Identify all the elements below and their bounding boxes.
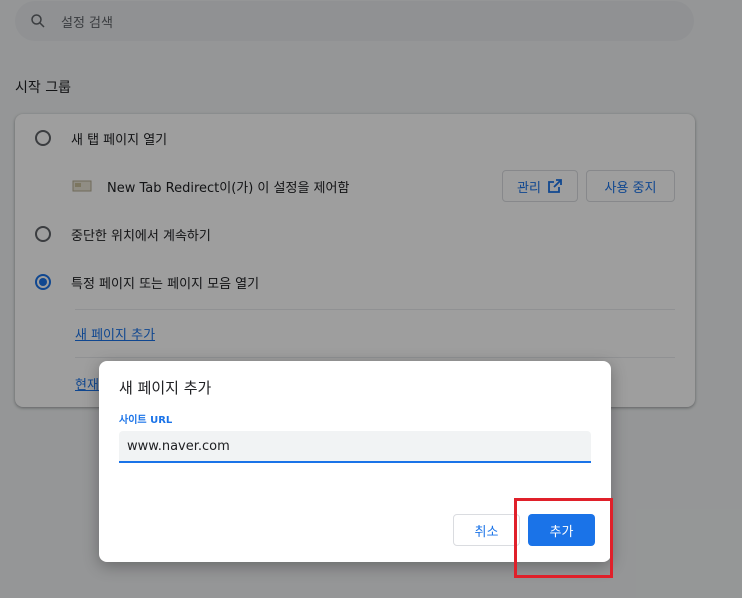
dialog-title: 새 페이지 추가 [119,379,212,397]
site-url-label: 사이트 URL [119,415,173,426]
site-url-input[interactable] [119,431,591,463]
highlight-box [514,498,613,578]
cancel-button[interactable]: 취소 [453,514,520,546]
